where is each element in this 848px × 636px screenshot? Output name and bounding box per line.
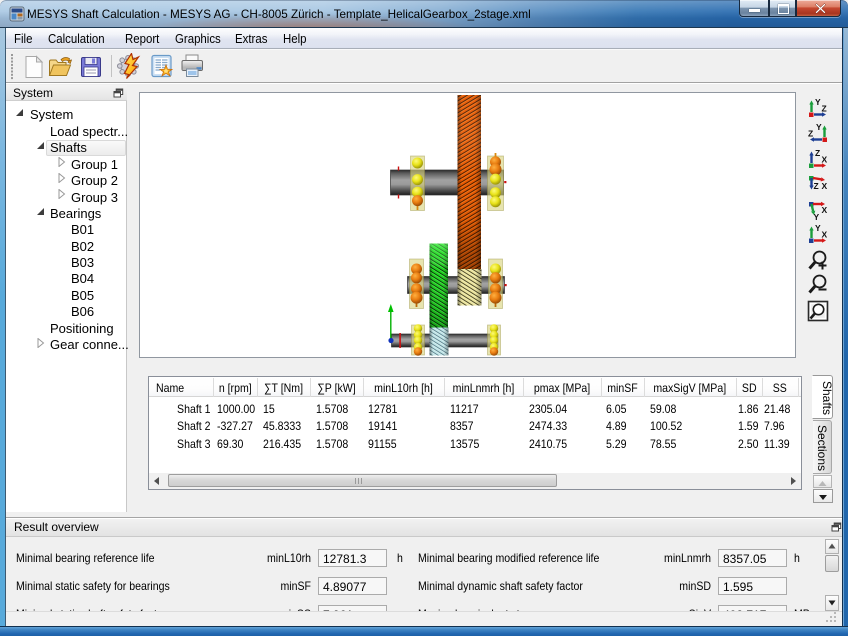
svg-text:Z: Z — [814, 181, 819, 191]
svg-text:Y: Y — [815, 223, 821, 233]
svg-text:Z: Z — [815, 148, 820, 158]
svg-text:X: X — [822, 230, 828, 240]
svg-text:X: X — [822, 205, 828, 215]
svg-text:Z: Z — [808, 129, 813, 139]
svg-text:Z: Z — [822, 104, 827, 114]
svg-text:Y: Y — [816, 122, 822, 132]
svg-text:X: X — [822, 181, 828, 191]
svg-text:X: X — [822, 155, 828, 165]
svg-text:Y: Y — [815, 97, 821, 107]
svg-text:Y: Y — [814, 212, 820, 221]
